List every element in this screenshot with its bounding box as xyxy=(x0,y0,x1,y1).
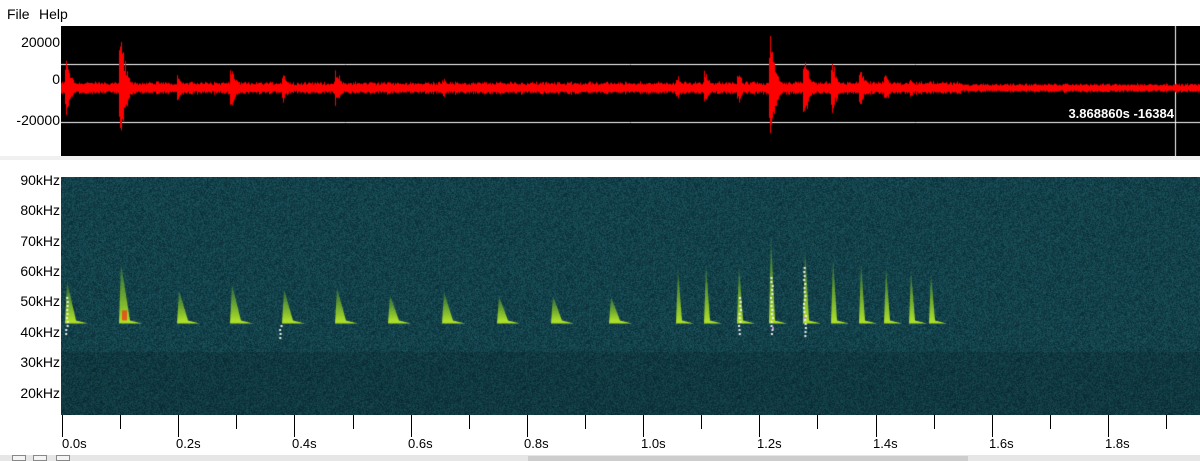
time-tick-label: 1.2s xyxy=(757,436,782,451)
time-tick-label: 1.8s xyxy=(1105,436,1130,451)
waveform-y-label: -20000 xyxy=(16,112,60,128)
horizontal-scrollbar[interactable] xyxy=(0,455,1200,461)
spectrogram-y-label: 90kHz xyxy=(20,172,60,188)
time-tick-label: 1.6s xyxy=(989,436,1014,451)
time-tick-label: 0.2s xyxy=(176,436,201,451)
time-tick-label: 0.6s xyxy=(408,436,433,451)
waveform-plot[interactable] xyxy=(61,26,1200,156)
time-tick-label: 1.4s xyxy=(873,436,898,451)
spectrogram-panel[interactable]: 90kHz 80kHz 70kHz 60kHz 50kHz 40kHz 30kH… xyxy=(0,160,1200,461)
time-tick-label: 0.4s xyxy=(292,436,317,451)
waveform-panel[interactable]: 20000 0 -20000 3.868860s -16384 xyxy=(0,26,1200,156)
spectrogram-y-label: 40kHz xyxy=(20,324,60,340)
waveform-y-label: 20000 xyxy=(21,34,60,50)
time-tick-label: 1.0s xyxy=(641,436,666,451)
waveform-y-label: 0 xyxy=(52,71,60,87)
spectrogram-y-label: 70kHz xyxy=(20,233,60,249)
menu-help[interactable]: Help xyxy=(39,5,68,23)
spectrogram-y-label: 30kHz xyxy=(20,354,60,370)
cursor-readout: 3.868860s -16384 xyxy=(1068,106,1174,121)
time-tick-label: 0.8s xyxy=(524,436,549,451)
scroll-thumb[interactable] xyxy=(528,456,968,461)
scroll-button[interactable] xyxy=(12,455,26,461)
spectrogram-y-label: 20kHz xyxy=(20,385,60,401)
scroll-button[interactable] xyxy=(33,455,47,461)
time-axis-ticks xyxy=(62,415,1167,437)
spectrogram-y-label: 80kHz xyxy=(20,202,60,218)
time-tick-label: 0.0s xyxy=(62,436,87,451)
menu-bar: File Help xyxy=(0,0,1200,26)
spectrogram-plot[interactable] xyxy=(61,177,1200,415)
spectrogram-y-label: 60kHz xyxy=(20,263,60,279)
scroll-button[interactable] xyxy=(56,455,70,461)
spectrogram-y-label: 50kHz xyxy=(20,293,60,309)
menu-file[interactable]: File xyxy=(7,5,30,23)
